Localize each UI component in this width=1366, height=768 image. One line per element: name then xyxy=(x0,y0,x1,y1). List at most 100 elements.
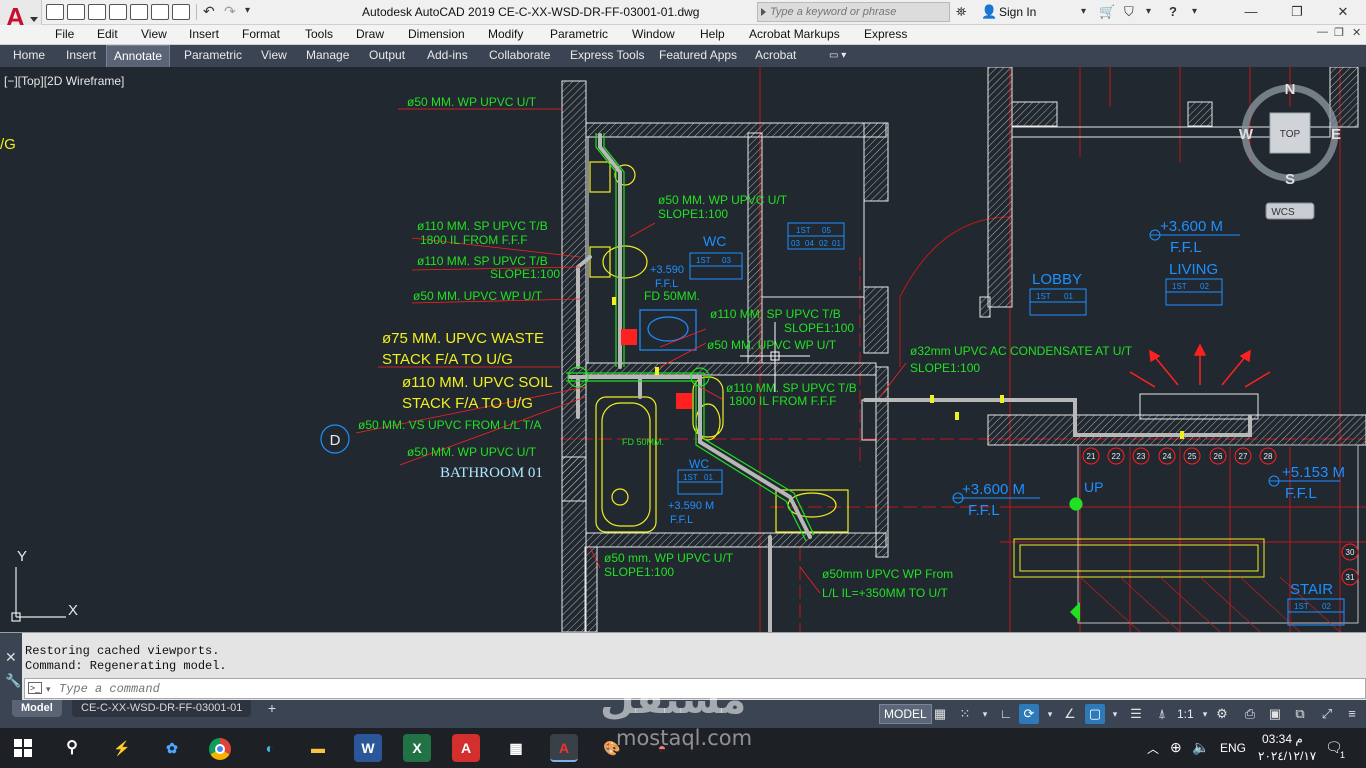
command-prompt-icon[interactable]: >_ xyxy=(28,682,42,694)
recent-commands-chevron-icon[interactable]: ▾ xyxy=(46,684,51,695)
doc-minimize-icon[interactable]: — xyxy=(1317,26,1328,38)
isodraft-icon[interactable]: ∠ xyxy=(1060,704,1080,724)
sign-in-button[interactable]: Sign In xyxy=(999,5,1036,19)
calculator-icon[interactable]: ▦ xyxy=(502,734,530,762)
tab-featured-apps[interactable]: Featured Apps xyxy=(652,45,744,67)
layout-tab-sheet[interactable]: CE-C-XX-WSD-DR-FF-03001-01 xyxy=(72,700,252,717)
tab-annotate[interactable]: Annotate xyxy=(106,45,171,67)
clock-date[interactable]: ٢٠٢٤/١٢/١٧ xyxy=(1258,749,1316,763)
workspace-gear-icon[interactable]: ⚙ xyxy=(1212,704,1232,724)
taskbar-app-assistant-icon[interactable]: ✿ xyxy=(158,734,186,762)
volume-icon[interactable]: 🔈 xyxy=(1192,739,1209,756)
expand-search-icon[interactable] xyxy=(761,8,766,16)
open-icon[interactable] xyxy=(67,4,85,20)
redo-icon[interactable]: ↷ xyxy=(224,4,242,20)
help-icon[interactable]: ? xyxy=(1169,4,1177,20)
viewcube-top-face[interactable]: TOP xyxy=(1280,129,1301,140)
lineweight-icon[interactable]: ☰ xyxy=(1126,704,1146,724)
search-input[interactable] xyxy=(770,4,946,20)
customization-icon[interactable]: ≡ xyxy=(1342,704,1362,724)
model-space-button[interactable]: MODEL xyxy=(879,704,932,724)
menu-dimension[interactable]: Dimension xyxy=(408,27,465,41)
minimize-button[interactable]: — xyxy=(1228,0,1274,24)
snap-chevron-icon[interactable]: ▾ xyxy=(975,704,995,724)
menu-edit[interactable]: Edit xyxy=(97,27,118,41)
save-web-icon[interactable] xyxy=(151,4,169,20)
command-window-handle[interactable]: ✕ 🔧 xyxy=(0,633,22,701)
plot-icon[interactable]: ⎙ xyxy=(1240,704,1260,724)
help-chevron-icon[interactable]: ▾ xyxy=(1192,4,1197,20)
osnap-chevron-icon[interactable]: ▾ xyxy=(1105,704,1125,724)
menu-express[interactable]: Express xyxy=(864,27,907,41)
viewport-controls[interactable]: [−][Top][2D Wireframe] xyxy=(4,74,124,88)
close-button[interactable]: ✕ xyxy=(1320,0,1366,24)
edge-icon[interactable]: ◐ xyxy=(256,734,284,762)
menu-view[interactable]: View xyxy=(141,27,167,41)
user-icon[interactable]: 👤 xyxy=(981,4,997,20)
open-web-icon[interactable] xyxy=(130,4,148,20)
polar-tracking-icon[interactable]: ⟳ xyxy=(1019,704,1039,724)
tab-add-ins[interactable]: Add-ins xyxy=(420,45,475,67)
grid-icon[interactable]: ▦ xyxy=(930,704,950,724)
maximize-button[interactable]: ❐ xyxy=(1274,0,1320,24)
excel-icon[interactable]: X xyxy=(403,734,431,762)
menu-window[interactable]: Window xyxy=(632,27,675,41)
acrobat-icon[interactable]: A xyxy=(452,734,480,762)
viewcube-south[interactable]: S xyxy=(1285,171,1295,188)
ortho-icon[interactable]: ∟ xyxy=(996,704,1016,724)
menu-format[interactable]: Format xyxy=(242,27,280,41)
clean-screen-icon[interactable]: ⤢ xyxy=(1317,704,1337,724)
object-snap-icon[interactable]: ▢ xyxy=(1085,704,1105,724)
qat-customize-icon[interactable]: ▾ xyxy=(245,4,263,20)
taskbar-app-tool-icon[interactable]: ⚡ xyxy=(108,734,136,762)
chrome-icon[interactable] xyxy=(206,734,234,762)
file-explorer-icon[interactable]: ▬ xyxy=(304,734,332,762)
snap-icon[interactable]: ⁙ xyxy=(955,704,975,724)
clock-time[interactable]: 03:34 م xyxy=(1262,732,1303,746)
network-icon[interactable]: ⊕ xyxy=(1170,739,1182,756)
wcs-label[interactable]: WCS xyxy=(1271,207,1295,218)
menu-parametric[interactable]: Parametric xyxy=(550,27,608,41)
menu-insert[interactable]: Insert xyxy=(189,27,219,41)
tab-home[interactable]: Home xyxy=(6,45,52,67)
viewcube-east[interactable]: E xyxy=(1331,126,1341,143)
drawing-canvas[interactable]: D 21 22 23 24 25 26 27 28 30 31 1ST 05 0… xyxy=(0,67,1366,632)
exchange-chevron-icon[interactable]: ▾ xyxy=(1146,4,1151,20)
plot-icon[interactable] xyxy=(172,4,190,20)
menu-file[interactable]: File xyxy=(55,27,74,41)
menu-help[interactable]: Help xyxy=(700,27,725,41)
tab-output[interactable]: Output xyxy=(362,45,412,67)
doc-restore-icon[interactable]: ❐ xyxy=(1334,26,1344,39)
doc-close-icon[interactable]: ✕ xyxy=(1352,26,1361,39)
tab-parametric[interactable]: Parametric xyxy=(177,45,249,67)
new-icon[interactable] xyxy=(46,4,64,20)
menu-draw[interactable]: Draw xyxy=(356,27,384,41)
windows-start-icon[interactable] xyxy=(14,739,32,757)
tray-chevron-up-icon[interactable]: ︿ xyxy=(1147,740,1159,757)
viewcube-north[interactable]: N xyxy=(1285,81,1296,98)
undo-icon[interactable]: ↶ xyxy=(203,4,221,20)
tab-manage[interactable]: Manage xyxy=(299,45,356,67)
menu-acrobat-markups[interactable]: Acrobat Markups xyxy=(749,27,840,41)
word-icon[interactable]: W xyxy=(354,734,382,762)
save-as-icon[interactable] xyxy=(109,4,127,20)
tab-insert[interactable]: Insert xyxy=(59,45,103,67)
ribbon-minimize-icon[interactable]: ▭ ▾ xyxy=(822,45,853,67)
menu-tools[interactable]: Tools xyxy=(305,27,333,41)
tab-express-tools[interactable]: Express Tools xyxy=(563,45,651,67)
polar-chevron-icon[interactable]: ▾ xyxy=(1040,704,1060,724)
annotation-visibility-icon[interactable]: ⍋ xyxy=(1152,704,1172,724)
hardware-acceleration-icon[interactable]: ▣ xyxy=(1265,704,1285,724)
sign-in-chevron-icon[interactable]: ▾ xyxy=(1081,4,1086,20)
customize-wrench-icon[interactable]: 🔧 xyxy=(5,673,21,689)
layout-tab-model[interactable]: Model xyxy=(12,700,62,717)
annotation-scale[interactable]: 1:1 xyxy=(1177,704,1194,724)
close-icon[interactable]: ✕ xyxy=(5,649,17,666)
tab-collaborate[interactable]: Collaborate xyxy=(482,45,557,67)
binoculars-icon[interactable]: ⛯ xyxy=(956,4,966,20)
drawing-svg[interactable]: D 21 22 23 24 25 26 27 28 30 31 1ST 05 0… xyxy=(0,67,1366,632)
menu-modify[interactable]: Modify xyxy=(488,27,523,41)
isolate-objects-icon[interactable]: ⧉ xyxy=(1290,704,1310,724)
tab-view[interactable]: View xyxy=(254,45,294,67)
exchange-icon[interactable]: ⛉ xyxy=(1124,4,1134,20)
